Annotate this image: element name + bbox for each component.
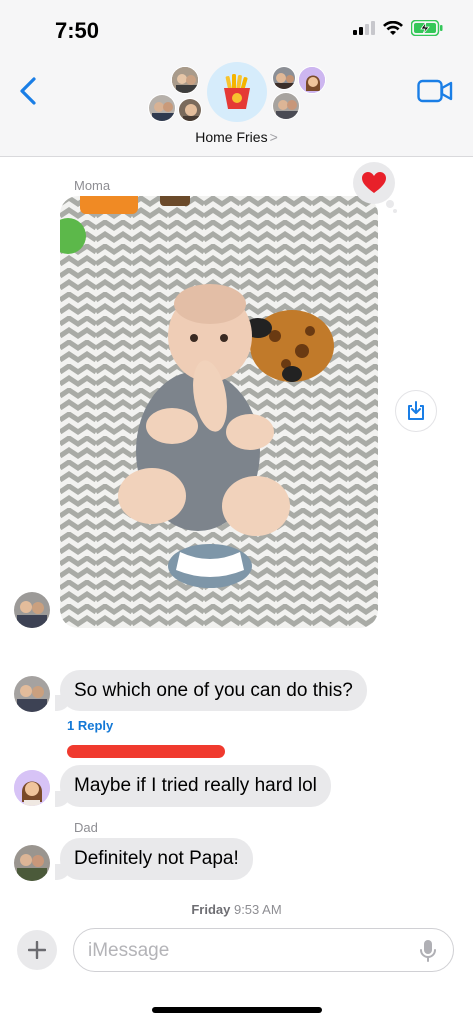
group-avatar[interactable]	[207, 62, 267, 122]
timestamp: Friday 9:53 AM	[0, 902, 473, 917]
avatar[interactable]	[14, 770, 50, 806]
conversation-header: Home Fries >	[0, 60, 473, 157]
message-text: Maybe if I tried really hard lol	[74, 775, 317, 796]
message-composer[interactable]	[73, 928, 454, 972]
avatar[interactable]	[14, 592, 50, 628]
plus-icon	[28, 941, 46, 959]
status-icons	[353, 20, 443, 36]
status-bar: 7:50	[0, 0, 473, 60]
save-to-photos-icon	[408, 401, 424, 420]
wifi-icon	[383, 20, 403, 35]
save-to-photos-button[interactable]	[395, 390, 437, 432]
chevron-right-icon: >	[269, 129, 278, 145]
status-time: 7:50	[55, 18, 100, 43]
shared-photo[interactable]	[60, 196, 378, 628]
tapback-tail	[386, 200, 394, 208]
battery-charging-icon	[411, 20, 443, 36]
avatar[interactable]	[14, 845, 50, 881]
member-avatar	[178, 98, 202, 122]
group-name-label: Home Fries	[195, 129, 268, 145]
timestamp-time: 9:53 AM	[233, 902, 282, 917]
avatar[interactable]	[14, 676, 50, 712]
chevron-left-icon[interactable]	[16, 76, 42, 106]
home-indicator[interactable]	[152, 1007, 322, 1013]
heart-icon	[362, 172, 386, 193]
member-avatar	[148, 94, 176, 122]
message-text: Definitely not Papa!	[74, 848, 239, 869]
group-name[interactable]: Home Fries >	[0, 129, 473, 145]
message-input[interactable]	[88, 937, 398, 965]
french-fries-icon	[224, 74, 250, 109]
sender-name: Dad	[74, 820, 98, 835]
member-avatar	[171, 66, 199, 94]
message-text: So which one of you can do this?	[74, 679, 353, 701]
tapback-heart[interactable]	[353, 162, 395, 204]
thread-replies-link[interactable]: 1 Reply	[67, 718, 113, 733]
message-bubble[interactable]: Maybe if I tried really hard lol	[55, 765, 331, 807]
video-camera-icon[interactable]	[417, 78, 453, 104]
sender-name: Moma	[74, 178, 111, 193]
message-bubble[interactable]: So which one of you can do this?	[55, 670, 367, 711]
member-avatar	[272, 92, 300, 120]
redaction-mark	[67, 745, 225, 758]
tapback-tail	[393, 209, 397, 213]
member-avatar	[272, 66, 296, 90]
apps-plus-button[interactable]	[17, 930, 57, 970]
timestamp-day: Friday	[191, 902, 231, 917]
message-bubble[interactable]: Definitely not Papa!	[55, 838, 253, 880]
microphone-icon[interactable]	[419, 939, 437, 963]
cellular-signal-icon	[353, 21, 375, 35]
member-avatar	[298, 66, 326, 94]
